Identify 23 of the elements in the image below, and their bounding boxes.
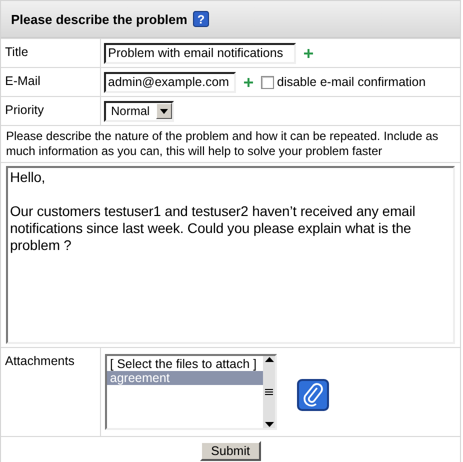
help-icon[interactable]: ? — [193, 11, 210, 27]
priority-dropdown[interactable]: Normal — [104, 100, 174, 122]
scroll-up-icon[interactable] — [264, 356, 274, 364]
field-label: E-Mail — [1, 68, 101, 96]
checkbox[interactable] — [261, 76, 274, 88]
message-textarea[interactable]: Hello, Our customers testuser1 and testuser2 haven’t received any email notifications since last week. Could you please explain what is the problem ? — [6, 166, 455, 344]
list-option[interactable]: [ Select the files to attach ] — [107, 357, 263, 371]
field-label: Title — [1, 39, 101, 67]
field-label: Priority — [1, 97, 101, 125]
input-field[interactable]: admin@example.com — [104, 72, 236, 92]
caret-icon — [160, 108, 168, 114]
scroll-grip-icon[interactable] — [265, 389, 273, 395]
instructions-text: Please describe the nature of the problem and how it can be repeated. Include as much information as you can, this will help to solve your problem faster — [1, 125, 460, 162]
checkbox-label: disable e-mail confirmation — [277, 75, 426, 89]
plus-icon[interactable] — [244, 78, 253, 86]
input-field[interactable]: Problem with email notifications — [104, 42, 296, 64]
submit-button[interactable]: Submit — [200, 441, 261, 461]
file-listbox[interactable]: [ Select the files to attach ] agreement — [105, 354, 277, 430]
scroll-down-icon[interactable] — [264, 420, 274, 428]
field-label: Attachments — [1, 348, 101, 436]
paperclip-icon[interactable] — [297, 379, 329, 411]
plus-icon[interactable] — [304, 48, 313, 58]
form-title: Please describe the problem — [11, 12, 188, 26]
